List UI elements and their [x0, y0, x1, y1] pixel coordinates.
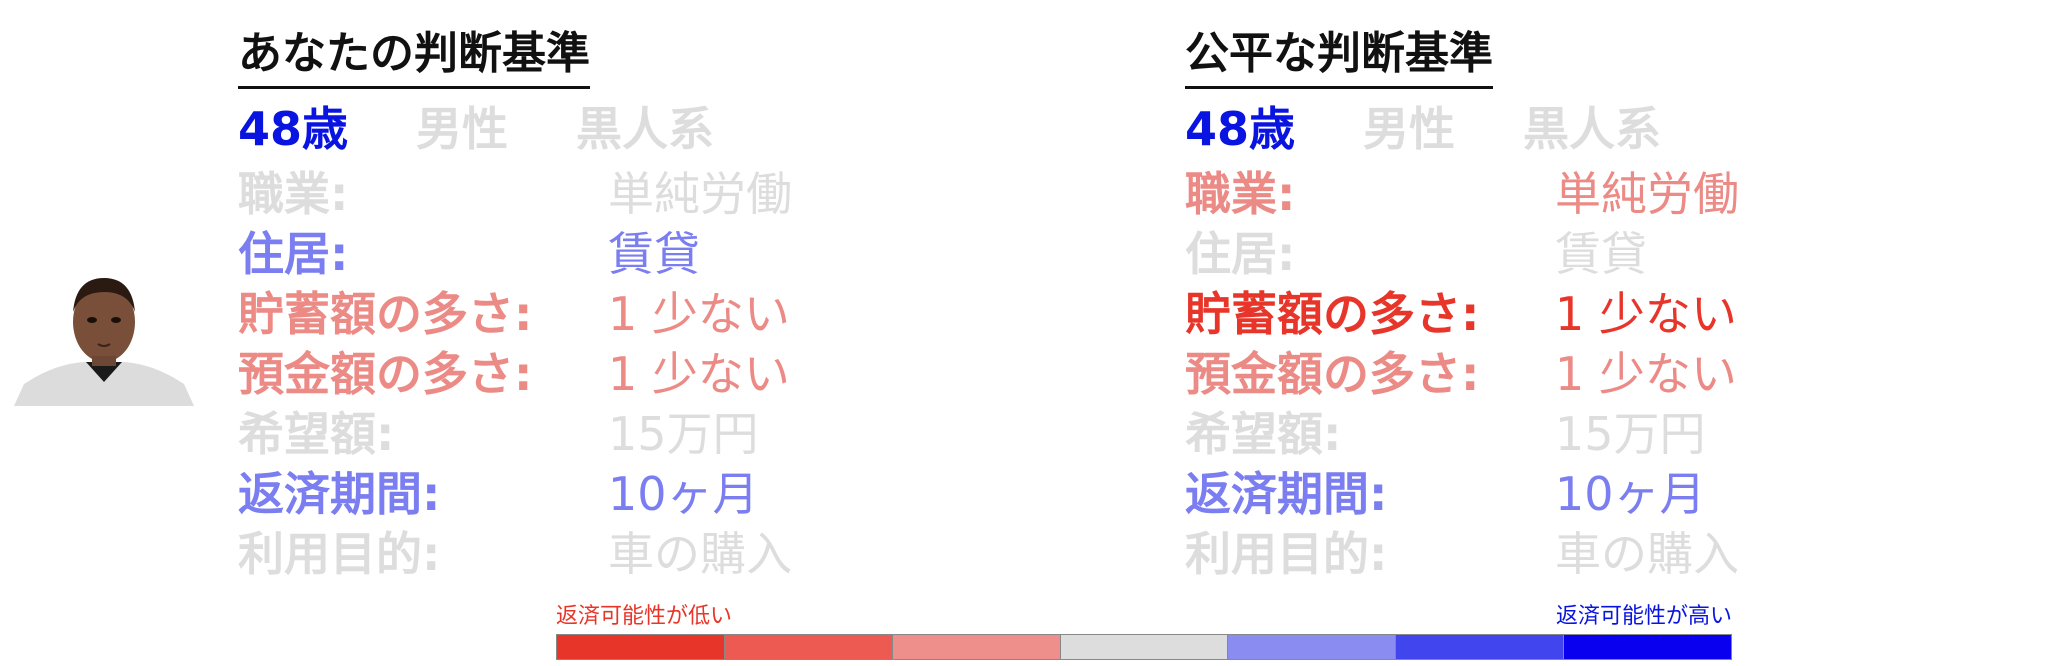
left-label-occupation: 職業:	[238, 167, 349, 221]
legend-segment	[1396, 635, 1565, 659]
legend-segment	[1228, 635, 1397, 659]
legend-segment	[1564, 635, 1732, 659]
right-label-deposit: 預金額の多さ:	[1185, 347, 1480, 401]
left-value-deposit: 1 少ない	[608, 347, 790, 401]
left-ethnicity: 黒人系	[576, 102, 715, 156]
legend-high-label: 返済可能性が高い	[1555, 604, 1732, 629]
left-label-amount: 希望額:	[238, 407, 395, 461]
left-panel: あなたの判断基準 48歳 男性 黒人系 職業: 単純労働 住居: 賃貸 貯蓄額の…	[238, 20, 998, 581]
left-label-housing: 住居:	[238, 227, 349, 281]
legend-segment	[557, 635, 725, 659]
left-value-occupation: 単純労働	[608, 167, 792, 221]
right-value-purpose: 車の購入	[1555, 527, 1739, 581]
left-value-amount: 15万円	[608, 407, 759, 461]
right-value-occupation: 単純労働	[1555, 167, 1739, 221]
left-age: 48歳	[238, 102, 349, 156]
right-panel: 公平な判断基準 48歳 男性 黒人系 職業: 単純労働 住居: 賃貸 貯蓄額の多…	[1185, 20, 1945, 581]
legend-segment	[724, 635, 893, 659]
right-value-housing: 賃貸	[1555, 227, 1647, 281]
left-label-period: 返済期間:	[238, 467, 441, 521]
legend-color-bar	[556, 634, 1732, 660]
right-value-savings: 1 少ない	[1555, 287, 1737, 341]
left-value-period: 10ヶ月	[608, 467, 759, 521]
right-ethnicity: 黒人系	[1523, 102, 1662, 156]
left-label-purpose: 利用目的:	[238, 527, 441, 581]
legend-segment	[892, 635, 1061, 659]
right-label-purpose: 利用目的:	[1185, 527, 1388, 581]
right-value-amount: 15万円	[1555, 407, 1706, 461]
right-label-savings: 貯蓄額の多さ:	[1185, 287, 1480, 341]
right-age: 48歳	[1185, 102, 1296, 156]
person-avatar-icon	[14, 272, 194, 406]
right-gender: 男性	[1363, 102, 1456, 156]
left-value-savings: 1 少ない	[608, 287, 790, 341]
right-label-occupation: 職業:	[1185, 167, 1296, 221]
right-value-period: 10ヶ月	[1555, 467, 1706, 521]
right-label-period: 返済期間:	[1185, 467, 1388, 521]
left-value-housing: 賃貸	[608, 227, 700, 281]
legend-low-label: 返済可能性が低い	[556, 604, 733, 629]
legend-segment	[1060, 635, 1229, 659]
right-label-housing: 住居:	[1185, 227, 1296, 281]
person-photo	[14, 272, 194, 406]
left-panel-title: あなたの判断基準	[238, 24, 590, 89]
right-value-deposit: 1 少ない	[1555, 347, 1737, 401]
left-label-savings: 貯蓄額の多さ:	[238, 287, 533, 341]
left-gender: 男性	[416, 102, 509, 156]
right-profile-line: 48歳 男性 黒人系	[1185, 96, 1713, 162]
left-profile-line: 48歳 男性 黒人系	[238, 96, 766, 162]
right-label-amount: 希望額:	[1185, 407, 1342, 461]
left-value-purpose: 車の購入	[608, 527, 792, 581]
right-panel-title: 公平な判断基準	[1185, 24, 1493, 89]
left-label-deposit: 預金額の多さ:	[238, 347, 533, 401]
